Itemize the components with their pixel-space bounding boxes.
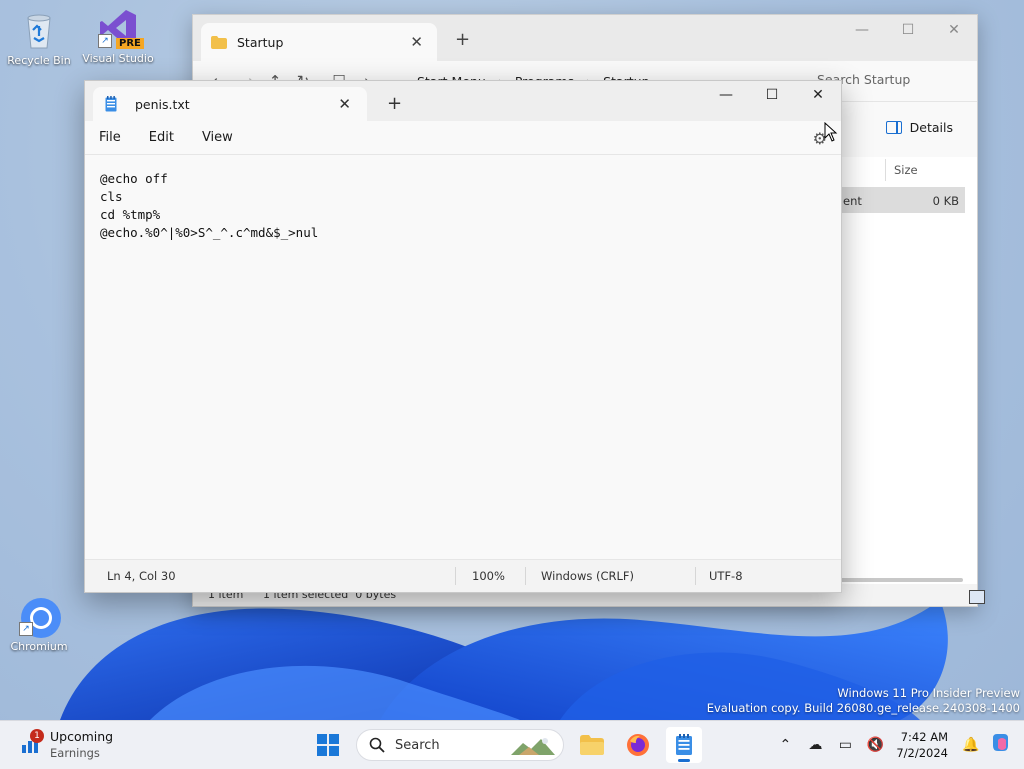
watermark-line-2: Evaluation copy. Build 26080.ge_release.… bbox=[706, 701, 1020, 715]
maximize-button[interactable]: ☐ bbox=[885, 15, 931, 45]
details-label: Details bbox=[909, 120, 953, 135]
details-pane-icon bbox=[885, 121, 902, 134]
onedrive-icon[interactable]: ☁ bbox=[800, 737, 830, 753]
stock-chart-icon: 1 bbox=[20, 729, 44, 755]
mouse-cursor-icon bbox=[824, 122, 838, 142]
desktop-icon-label: Recycle Bin bbox=[7, 54, 71, 67]
desktop-icon-visual-studio[interactable]: PRE ↗ Visual Studio bbox=[80, 8, 156, 65]
zoom-level: 100% bbox=[472, 569, 505, 583]
notification-bell-icon[interactable]: 🔔 bbox=[956, 737, 986, 753]
watermark-line-1: Windows 11 Pro Insider Preview bbox=[837, 686, 1020, 700]
minimize-button[interactable]: — bbox=[839, 15, 885, 45]
chromium-icon: ↗ bbox=[19, 596, 61, 638]
explorer-new-tab-button[interactable]: + bbox=[455, 29, 470, 50]
document-content[interactable]: @echo off cls cd %tmp% @echo.%0^|%0>S^_^… bbox=[85, 155, 841, 257]
menu-edit[interactable]: Edit bbox=[135, 130, 188, 145]
notepad-menubar: File Edit View ⚙ bbox=[85, 121, 841, 155]
column-header-size[interactable]: Size bbox=[894, 163, 918, 177]
desktop-icon-recycle-bin[interactable]: Recycle Bin bbox=[1, 10, 77, 67]
menu-file[interactable]: File bbox=[85, 130, 135, 145]
clock[interactable]: 7:42 AM 7/2/2024 bbox=[896, 729, 948, 761]
volume-icon[interactable]: 🔇 bbox=[860, 737, 890, 753]
desktop-icon-label: Chromium bbox=[10, 640, 68, 653]
widget-title: Upcoming bbox=[50, 729, 114, 744]
file-row-type: ent bbox=[843, 194, 862, 208]
widget-text: Upcoming Earnings bbox=[50, 729, 113, 760]
desktop-icon-label: Visual Studio bbox=[82, 52, 154, 65]
notepad-status-bar: Ln 4, Col 30 100% Windows (CRLF) UTF-8 bbox=[85, 559, 841, 592]
clock-date: 7/2/2024 bbox=[896, 746, 948, 760]
taskbar: 1 Upcoming Earnings Search ⌃ ☁ ▭ 🔇 7:42 … bbox=[0, 720, 1024, 769]
explorer-tab-title: Startup bbox=[237, 34, 284, 50]
encoding: UTF-8 bbox=[709, 569, 743, 583]
status-divider bbox=[525, 567, 526, 585]
explorer-tab[interactable]: Startup ✕ bbox=[201, 23, 437, 61]
status-divider bbox=[455, 567, 456, 585]
close-button[interactable]: ✕ bbox=[795, 81, 841, 109]
notepad-text-area[interactable]: @echo off cls cd %tmp% @echo.%0^|%0>S^_^… bbox=[85, 155, 841, 559]
recycle-bin-icon bbox=[19, 10, 59, 50]
notepad-taskbar-button[interactable] bbox=[666, 727, 702, 763]
clock-time: 7:42 AM bbox=[900, 730, 948, 744]
tiles-view-icon[interactable] bbox=[969, 590, 985, 604]
column-divider bbox=[885, 159, 886, 181]
notepad-titlebar: penis.txt ✕ + — ☐ ✕ bbox=[85, 81, 841, 121]
desktop-icon-chromium[interactable]: ↗ Chromium bbox=[1, 596, 77, 653]
explorer-caption-buttons: — ☐ ✕ bbox=[839, 15, 977, 45]
search-highlight-icon bbox=[511, 738, 555, 755]
minimize-button[interactable]: — bbox=[703, 81, 749, 109]
shortcut-arrow-icon: ↗ bbox=[98, 34, 112, 48]
details-pane-button[interactable]: Details bbox=[885, 120, 953, 135]
widgets-button[interactable]: 1 Upcoming Earnings bbox=[20, 729, 113, 760]
explorer-titlebar: Startup ✕ + — ☐ ✕ bbox=[193, 15, 977, 61]
search-label: Search bbox=[395, 737, 440, 753]
notepad-window: penis.txt ✕ + — ☐ ✕ File Edit View ⚙ @ec… bbox=[84, 80, 842, 593]
menu-view[interactable]: View bbox=[188, 130, 247, 145]
taskbar-apps: Search bbox=[310, 727, 702, 763]
file-explorer-taskbar-button[interactable] bbox=[574, 727, 610, 763]
windows-logo-icon bbox=[317, 734, 339, 756]
start-button[interactable] bbox=[310, 727, 346, 763]
shortcut-arrow-icon: ↗ bbox=[19, 622, 33, 636]
evaluation-watermark: Windows 11 Pro Insider Preview Evaluatio… bbox=[707, 686, 1020, 716]
folder-icon bbox=[211, 35, 227, 49]
maximize-button[interactable]: ☐ bbox=[749, 81, 795, 109]
firefox-icon bbox=[627, 734, 649, 756]
notepad-new-tab-button[interactable]: + bbox=[387, 93, 402, 114]
network-icon[interactable]: ▭ bbox=[830, 737, 860, 753]
copilot-icon[interactable] bbox=[986, 732, 1016, 758]
notepad-tab-title: penis.txt bbox=[135, 96, 190, 112]
notepad-tab-close-icon[interactable]: ✕ bbox=[338, 95, 351, 113]
taskbar-search-box[interactable]: Search bbox=[356, 729, 564, 761]
notification-badge: 1 bbox=[30, 729, 44, 743]
file-row-size: 0 KB bbox=[932, 194, 959, 208]
firefox-taskbar-button[interactable] bbox=[620, 727, 656, 763]
notepad-caption-buttons: — ☐ ✕ bbox=[703, 81, 841, 109]
notepad-icon bbox=[676, 734, 692, 755]
line-ending: Windows (CRLF) bbox=[541, 569, 635, 583]
notepad-tab[interactable]: penis.txt ✕ bbox=[93, 87, 367, 121]
system-tray: ⌃ ☁ ▭ 🔇 7:42 AM 7/2/2024 🔔 bbox=[770, 727, 1016, 763]
status-divider bbox=[695, 567, 696, 585]
widget-subtitle: Earnings bbox=[50, 746, 100, 760]
preview-badge: PRE bbox=[116, 38, 144, 49]
visual-studio-icon: PRE ↗ bbox=[98, 8, 144, 49]
notepad-icon bbox=[105, 96, 117, 112]
cursor-position: Ln 4, Col 30 bbox=[107, 569, 176, 583]
folder-icon bbox=[580, 735, 604, 755]
explorer-tab-close-icon[interactable]: ✕ bbox=[410, 33, 423, 51]
close-button[interactable]: ✕ bbox=[931, 15, 977, 45]
chevron-up-icon[interactable]: ⌃ bbox=[770, 737, 800, 753]
search-icon bbox=[369, 737, 385, 753]
